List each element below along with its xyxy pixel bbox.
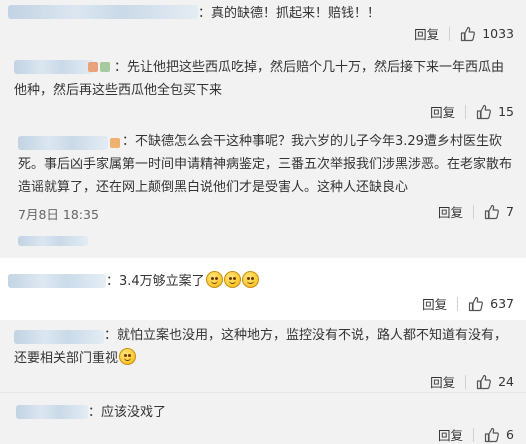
more-replies-blurred[interactable] (18, 236, 88, 246)
divider (449, 26, 451, 41)
comment-2: ：先让他把这些西瓜吃掉，然后赔个几十万，然后接下来一年西瓜由他种，然后再这些西瓜… (0, 50, 526, 124)
comment-actions: 回复 6 (438, 425, 514, 444)
like-count: 637 (490, 296, 514, 311)
thumbs-up-icon (461, 26, 476, 41)
comment-actions: 回复 1033 (414, 24, 514, 43)
comment-text: ：先让他把这些西瓜吃掉，然后赔个几十万，然后接下来一年西瓜由他种，然后再这些西瓜… (14, 60, 505, 98)
smile-emoji (241, 271, 259, 288)
divider (465, 104, 467, 119)
thumbs-up-icon (484, 427, 499, 442)
comment-text: ：应该没戏了 (88, 405, 167, 420)
comment-text-content: ：3.4万够立案了 (106, 274, 205, 289)
divider (473, 427, 475, 442)
thumbs-up-icon (469, 296, 484, 311)
reply-button[interactable]: 回复 (414, 24, 439, 43)
smile-emoji (223, 271, 241, 288)
sweat-emoji (119, 348, 137, 365)
comment-text: ：就怕立案也没用，这种地方，监控没有不说，路人都不知道有没有，还要相关部门重视 (14, 324, 512, 370)
like-button[interactable]: 15 (476, 104, 514, 120)
divider (473, 204, 475, 219)
username-blurred[interactable] (16, 405, 88, 419)
reply-button[interactable]: 回复 (430, 102, 455, 121)
thumbs-up-icon (484, 204, 499, 219)
comment-text: ：3.4万够立案了 (106, 270, 259, 293)
reply-button[interactable]: 回复 (438, 202, 463, 221)
comment-timestamp: 7月8日 18:35 (18, 207, 99, 222)
like-button[interactable]: 637 (468, 296, 514, 312)
comment-text-content: ：就怕立案也没用，这种地方，监控没有不说，路人都不知道有没有，还要相关部门重视 (14, 328, 508, 366)
comment-5: ：就怕立案也没用，这种地方，监控没有不说，路人都不知道有没有，还要相关部门重视 … (0, 320, 526, 392)
username-blurred[interactable] (8, 5, 198, 19)
thumbs-up-icon (476, 374, 492, 389)
comment-6: ：应该没戏了 回复 6 (0, 392, 526, 444)
thumbs-up-icon (476, 104, 492, 119)
like-count: 7 (506, 204, 514, 219)
comment-actions: 回复 24 (430, 372, 514, 391)
comment-1: ：真的缺德！抓起来！赔钱！！ 回复 1033 (0, 0, 526, 50)
smile-emoji (205, 271, 223, 288)
comment-text: ：真的缺德！抓起来！赔钱！！ (198, 6, 381, 21)
username-blurred[interactable] (8, 274, 106, 288)
divider (465, 374, 467, 389)
comment-4: ：3.4万够立案了 回复 637 (0, 258, 526, 320)
reply-button[interactable]: 回复 (438, 425, 463, 444)
reply-button[interactable]: 回复 (422, 294, 447, 313)
like-button[interactable]: 6 (484, 427, 514, 443)
like-count: 15 (498, 104, 514, 119)
comment-actions: 回复 637 (422, 294, 514, 313)
like-button[interactable]: 7 (484, 204, 514, 220)
like-button[interactable]: 1033 (460, 26, 514, 42)
comment-actions: 回复 15 (430, 102, 514, 121)
comment-3: ：不缺德怎么会干这种事呢？我六岁的儿子今年3.29遭乡村医生砍死。事后凶手家属第… (0, 124, 526, 258)
reply-button[interactable]: 回复 (430, 372, 455, 391)
comment-text: ：不缺德怎么会干这种事呢？我六岁的儿子今年3.29遭乡村医生砍死。事后凶手家属第… (18, 134, 513, 195)
like-count: 24 (498, 374, 514, 389)
like-button[interactable]: 24 (476, 374, 514, 390)
divider (457, 296, 459, 311)
comment-actions: 回复 7 (438, 202, 514, 221)
like-count: 1033 (482, 26, 514, 41)
like-count: 6 (506, 427, 514, 442)
